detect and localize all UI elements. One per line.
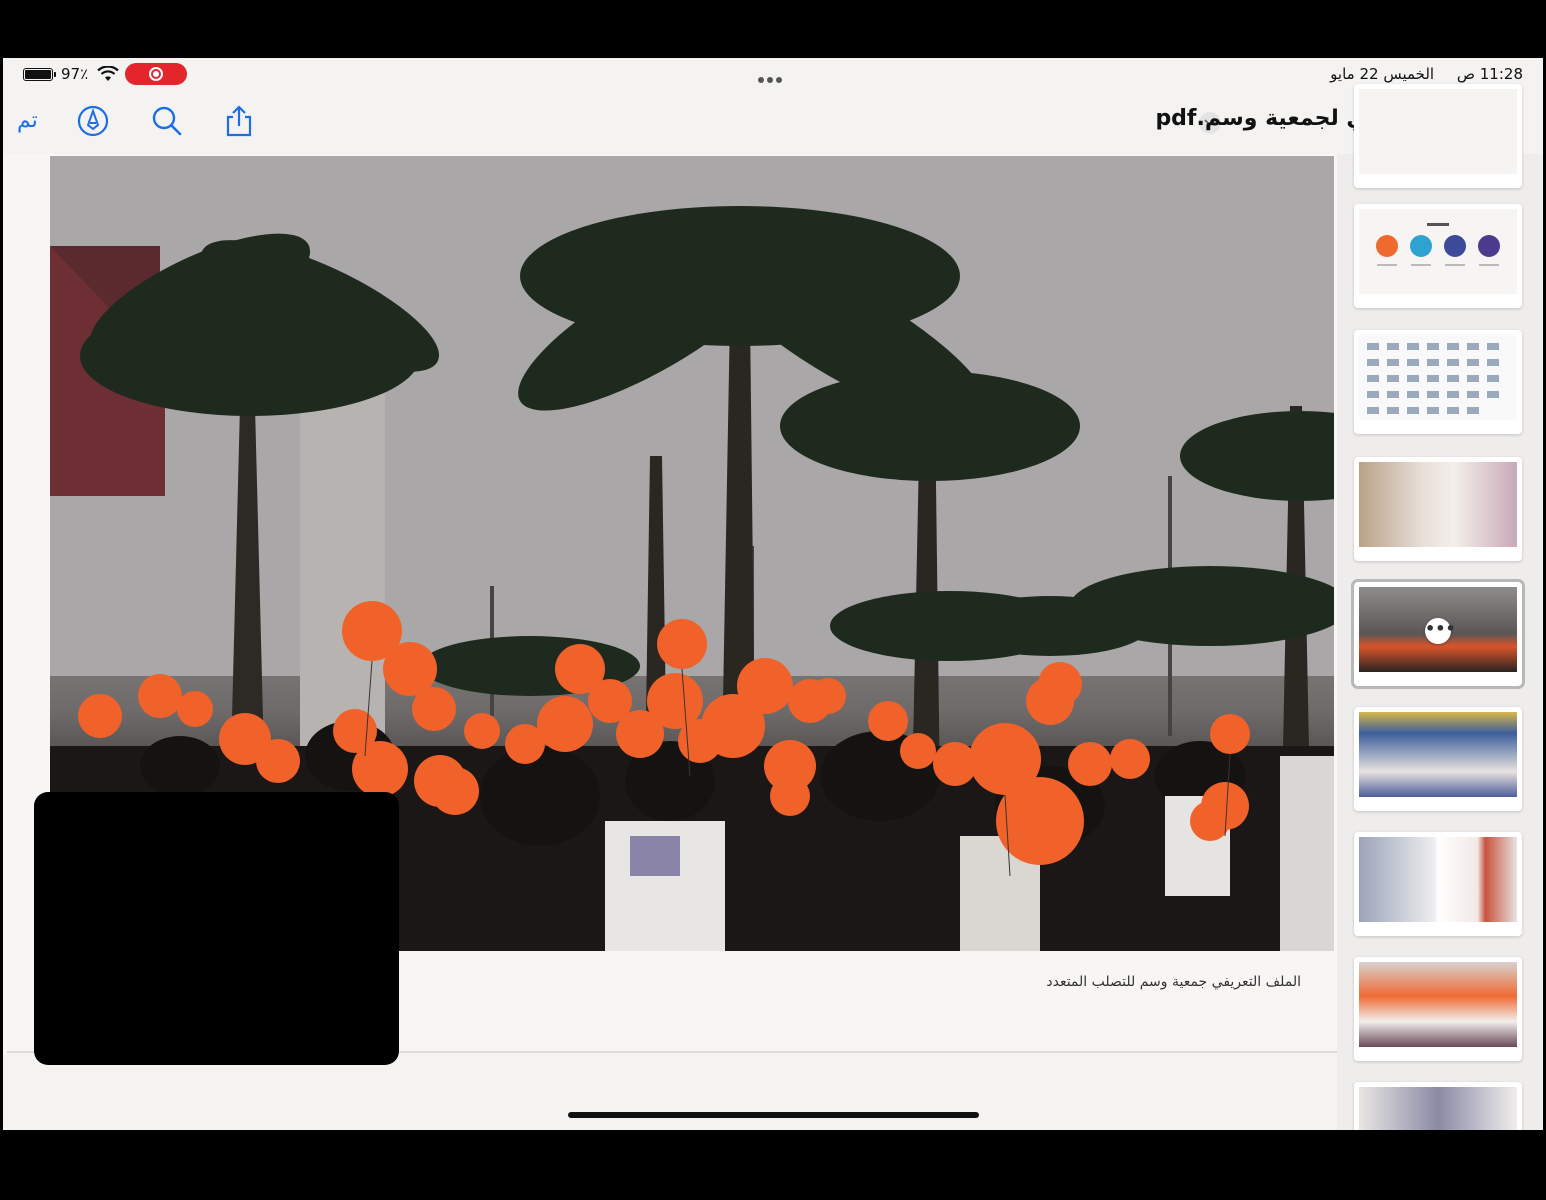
battery-icon [23,68,56,81]
wifi-icon [97,66,119,81]
more-options-button[interactable]: ••• [1425,618,1456,644]
battery-percentage: 97٪ [61,65,89,83]
page-thumbnail[interactable] [1354,1082,1522,1130]
page-thumbnail[interactable] [1354,957,1522,1061]
done-button[interactable]: تم [17,108,38,133]
ipad-screen: 97٪ 11:28 ص الخميس 22 مايو تم لجمعية وسم… [3,58,1543,1130]
share-icon[interactable] [223,104,255,138]
status-bar: 97٪ 11:28 ص الخميس 22 مايو [3,58,1543,90]
page-thumbnail[interactable] [1354,457,1522,561]
status-date: الخميس 22 مايو [1330,65,1435,83]
page-thumbnail[interactable] [1354,84,1522,188]
home-indicator[interactable] [568,1112,979,1118]
multitasking-menu-icon[interactable] [758,68,788,83]
page-caption: الملف التعريفي جمعية وسم للتصلب المتعدد [1046,974,1301,990]
page-thumbnail-current[interactable]: ••• [1351,579,1525,689]
search-icon[interactable] [151,104,183,138]
page-thumbnail[interactable] [1354,204,1522,308]
page-thumbnail[interactable] [1354,707,1522,811]
status-time-date: 11:28 ص الخميس 22 مايو [1312,65,1523,83]
markup-pen-icon[interactable] [77,104,109,138]
page-thumbnails-sidebar[interactable]: ••• [1337,84,1543,1130]
page-thumbnail[interactable] [1354,832,1522,936]
picture-in-picture-window[interactable] [34,792,399,1065]
status-time: 11:28 ص [1456,65,1523,83]
screen-recording-indicator[interactable] [125,63,187,85]
pdf-toolbar: تم الملف التعريفي لجمعية وسم.pdf [3,94,1543,154]
page-thumbnail[interactable] [1354,330,1522,434]
